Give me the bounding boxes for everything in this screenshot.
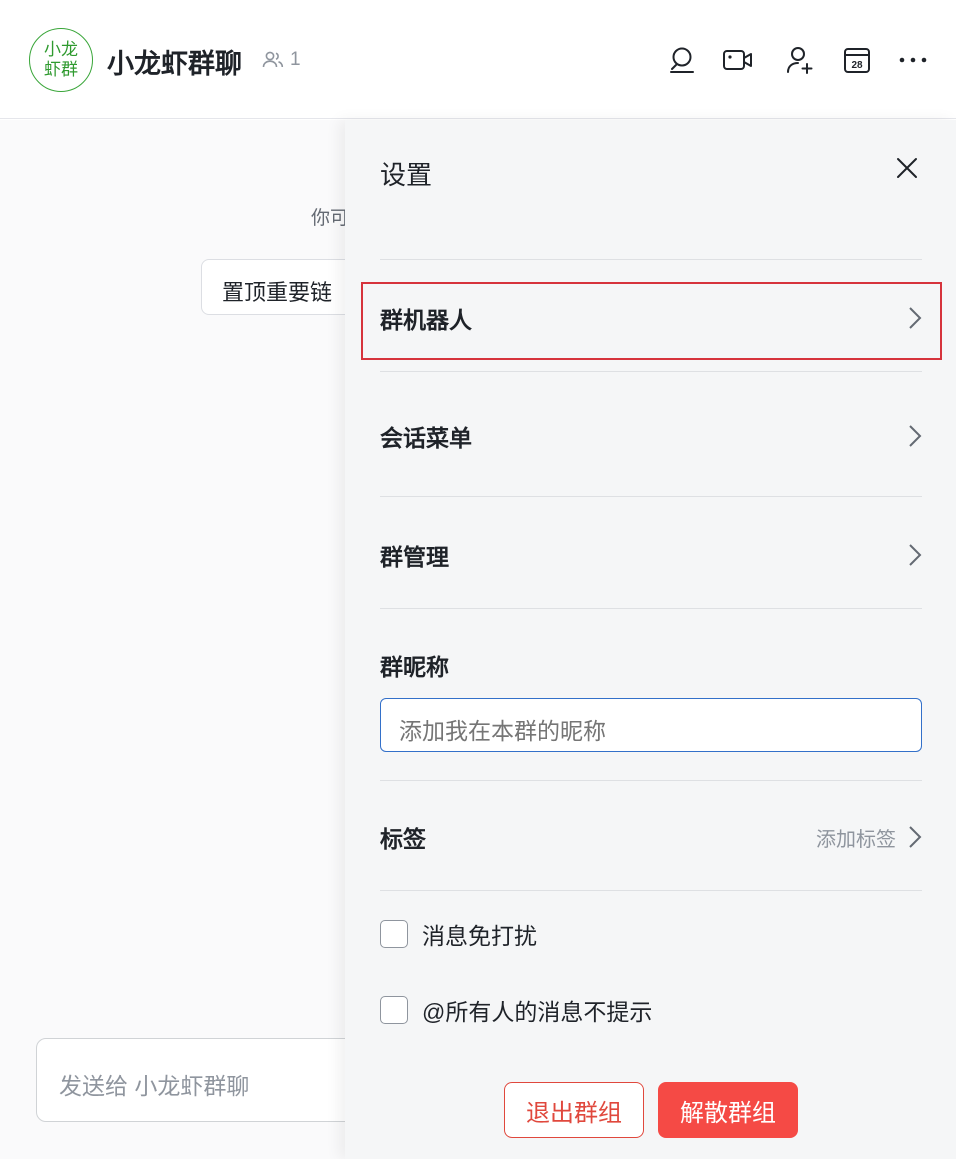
divider bbox=[380, 608, 922, 609]
add-tag-text: 添加标签 bbox=[816, 828, 896, 851]
group-bots-row[interactable]: 群机器人 bbox=[380, 288, 922, 348]
group-nickname-row: 群昵称 bbox=[380, 635, 922, 695]
divider bbox=[380, 259, 922, 260]
mute-checkbox[interactable] bbox=[380, 920, 408, 948]
add-member-icon[interactable] bbox=[784, 44, 816, 76]
chevron-right-icon bbox=[909, 425, 922, 447]
group-nickname-label: 群昵称 bbox=[380, 654, 449, 680]
group-name[interactable]: 小龙虾群聊 bbox=[107, 42, 242, 81]
mute-option[interactable]: 消息免打扰 bbox=[380, 917, 537, 951]
dissolve-group-button[interactable]: 解散群组 bbox=[658, 1082, 798, 1138]
avatar-text-line1: 小龙 bbox=[44, 40, 78, 59]
session-menu-row[interactable]: 会话菜单 bbox=[380, 406, 922, 466]
mention-all-option[interactable]: @所有人的消息不提示 bbox=[380, 993, 652, 1027]
group-bots-label: 群机器人 bbox=[380, 307, 472, 333]
chevron-right-icon bbox=[909, 307, 922, 329]
close-icon[interactable] bbox=[893, 154, 921, 182]
settings-panel: 设置 群机器人 会话菜单 群管理 群昵称 标签 添加标签 bbox=[345, 120, 956, 1159]
mention-all-checkbox[interactable] bbox=[380, 996, 408, 1024]
divider bbox=[380, 780, 922, 781]
divider bbox=[380, 496, 922, 497]
tags-label: 标签 bbox=[380, 826, 426, 852]
divider bbox=[380, 371, 922, 372]
member-avatar-strip bbox=[380, 204, 620, 226]
chat-header: 小龙 虾群 小龙虾群聊 1 28 bbox=[0, 0, 956, 119]
group-management-row[interactable]: 群管理 bbox=[380, 525, 922, 585]
mute-label: 消息免打扰 bbox=[422, 923, 537, 949]
group-management-label: 群管理 bbox=[380, 544, 449, 570]
members-icon bbox=[262, 51, 284, 68]
chevron-right-icon bbox=[909, 544, 922, 566]
member-count[interactable]: 1 bbox=[262, 49, 301, 71]
tags-row[interactable]: 标签 添加标签 bbox=[380, 807, 922, 867]
chat-hint-text: 你可 bbox=[311, 208, 350, 229]
divider bbox=[380, 890, 922, 891]
more-icon[interactable] bbox=[897, 44, 929, 76]
session-menu-label: 会话菜单 bbox=[380, 425, 472, 451]
member-count-value: 1 bbox=[290, 49, 301, 70]
calendar-day: 28 bbox=[851, 60, 863, 71]
group-nickname-input[interactable] bbox=[380, 698, 922, 752]
calendar-icon[interactable]: 28 bbox=[841, 44, 873, 76]
group-avatar[interactable]: 小龙 虾群 bbox=[29, 28, 93, 92]
chevron-right-icon bbox=[909, 826, 922, 848]
settings-title: 设置 bbox=[380, 160, 433, 190]
avatar-text-line2: 虾群 bbox=[44, 60, 78, 79]
mention-all-label: @所有人的消息不提示 bbox=[422, 999, 653, 1025]
video-call-icon[interactable] bbox=[722, 44, 754, 76]
quit-group-button[interactable]: 退出群组 bbox=[504, 1082, 644, 1138]
search-icon[interactable] bbox=[666, 44, 698, 76]
